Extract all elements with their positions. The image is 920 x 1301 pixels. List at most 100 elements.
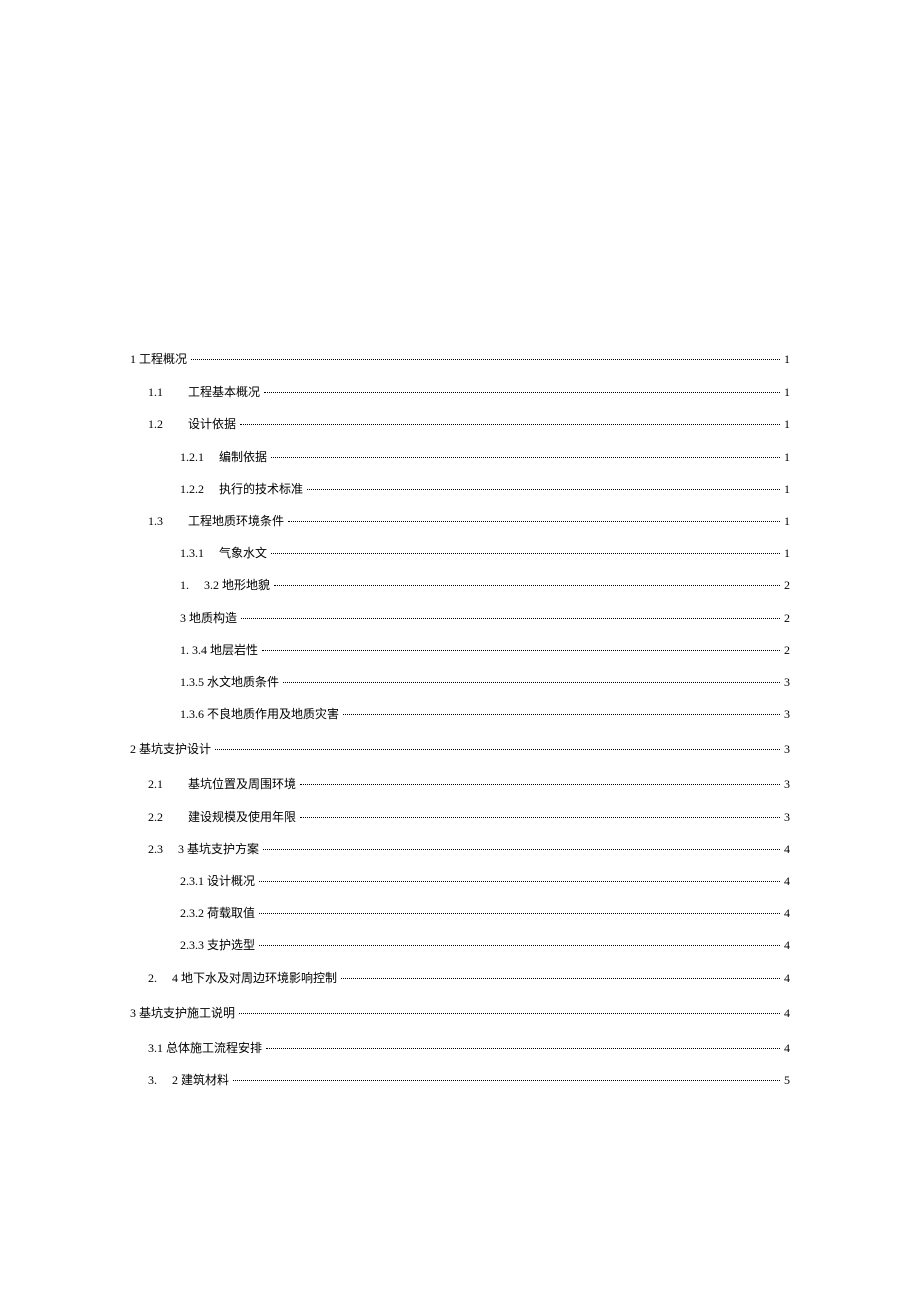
toc-entry-number: 1.3 [148,512,163,531]
toc-entry-page: 1 [784,350,790,369]
toc-entry-page: 4 [784,1004,790,1023]
toc-entry-title: 4 地下水及对周边环境影响控制 [172,971,337,985]
toc-entry-label: 3.1 总体施工流程安排 [148,1039,262,1058]
toc-entry-page: 4 [784,872,790,891]
toc-leader-dots [215,749,780,750]
toc-leader-dots [233,1080,780,1081]
toc-leader-dots [271,457,780,458]
toc-entry-title: 1 工程概况 [130,352,187,366]
toc-entry-page: 4 [784,1039,790,1058]
toc-entry-title: 气象水文 [219,546,267,560]
toc-leader-dots [271,553,780,554]
toc-entry-title: 工程地质环境条件 [188,514,284,528]
toc-entry: 1 工程概况 1 [130,350,790,369]
toc-entry-label: 2.2 建设规模及使用年限 [148,808,296,827]
toc-leader-dots [283,682,780,683]
toc-entry-page: 5 [784,1071,790,1090]
toc-entry-title: 建设规模及使用年限 [188,810,296,824]
toc-leader-dots [264,392,780,393]
toc-leader-dots [263,849,780,850]
toc-entry-title: 2 建筑材料 [172,1073,229,1087]
toc-leader-dots [307,489,780,490]
toc-entry-number: 3. [148,1071,157,1090]
toc-entry-page: 4 [784,969,790,988]
document-page: 1 工程概况 1 1.1 工程基本概况 1 1.2设计依据 1 1.2.1编制依据 1 1.2.2… [0,0,920,1090]
toc-entry-label: 2.3.3 支护选型 [180,936,255,955]
toc-entry-title: 3 地质构造 [180,611,237,625]
toc-entry-label: 2.1 基坑位置及周围环境 [148,775,296,794]
toc-entry: 1.1 工程基本概况 1 [130,383,790,402]
toc-entry-label: 1.2设计依据 [148,415,236,434]
toc-entry-title: 执行的技术标准 [219,482,303,496]
toc-entry: 2 基坑支护设计 3 [130,740,790,759]
toc-entry: 2.33 基坑支护方案 4 [130,840,790,859]
toc-leader-dots [341,978,780,979]
toc-leader-dots [274,585,780,586]
toc-entry-title: 2.3.1 设计概况 [180,874,255,888]
toc-entry-number: 2.2 [148,808,163,827]
toc-entry-label: 1.3.5 水文地质条件 [180,673,279,692]
toc-entry-page: 4 [784,840,790,859]
toc-entry: 2.3.2 荷载取值 4 [130,904,790,923]
toc-entry-label: 3 地质构造 [180,609,237,628]
toc-entry: 2.3.1 设计概况 4 [130,872,790,891]
toc-entry-label: 3 基坑支护施工说明 [130,1004,235,1023]
toc-entry-page: 1 [784,512,790,531]
toc-entry-page: 1 [784,383,790,402]
toc-entry: 1.3.2 地形地貌2 [130,576,790,595]
toc-entry-page: 3 [784,775,790,794]
toc-entry-label: 2.3.2 荷载取值 [180,904,255,923]
toc-entry-page: 1 [784,415,790,434]
toc-leader-dots [259,945,780,946]
toc-entry-title: 3 基坑支护施工说明 [130,1006,235,1020]
toc-entry-number: 1.3.1 [180,544,204,563]
toc-entry-number: 1.2.1 [180,448,204,467]
toc-entry-title: 基坑位置及周围环境 [188,777,296,791]
toc-entry: 1.3.6 不良地质作用及地质灾害3 [130,705,790,724]
toc-entry-number: 1.2 [148,415,163,434]
toc-entry: 2.2 建设规模及使用年限 3 [130,808,790,827]
toc-entry-page: 2 [784,609,790,628]
toc-entry-number: 1.1 [148,383,163,402]
toc-entry-title: 3.1 总体施工流程安排 [148,1041,262,1055]
toc-leader-dots [288,521,780,522]
toc-entry: 1.2.1编制依据 1 [130,448,790,467]
toc-leader-dots [259,913,780,914]
toc-entry-page: 1 [784,448,790,467]
toc-entry-page: 1 [784,544,790,563]
toc-entry-title: 工程基本概况 [188,385,260,399]
toc-entry-label: 1 工程概况 [130,350,187,369]
toc-entry-title: 1.3.5 水文地质条件 [180,675,279,689]
toc-leader-dots [300,784,780,785]
toc-entry-page: 3 [784,808,790,827]
toc-entry: 1.3.1 气象水文 1 [130,544,790,563]
toc-entry-page: 4 [784,936,790,955]
toc-entry-page: 4 [784,904,790,923]
toc-entry-label: 1.2.1编制依据 [180,448,267,467]
toc-entry-label: 2 基坑支护设计 [130,740,211,759]
toc-leader-dots [259,881,780,882]
toc-entry: 3.1 总体施工流程安排 4 [130,1039,790,1058]
toc-entry-label: 1. 3.4 地层岩性 [180,641,258,660]
toc-leader-dots [239,1013,780,1014]
toc-leader-dots [266,1048,780,1049]
toc-entry-label: 1.3.6 不良地质作用及地质灾害 [180,705,339,724]
toc-entry-page: 1 [784,480,790,499]
toc-entry-number: 2.1 [148,775,163,794]
toc-leader-dots [191,359,780,360]
toc-entry-label: 1.3 工程地质环境条件 [148,512,284,531]
toc-entry: 1.3.5 水文地质条件3 [130,673,790,692]
toc-entry-title: 3 基坑支护方案 [178,842,259,856]
toc-entry-title: 2.3.3 支护选型 [180,938,255,952]
toc-entry: 3 地质构造 2 [130,609,790,628]
toc-entry-title: 2 基坑支护设计 [130,742,211,756]
toc-entry-label: 1.3.1 气象水文 [180,544,267,563]
toc-entry-number: 1.2.2 [180,480,204,499]
toc-leader-dots [300,817,780,818]
table-of-contents: 1 工程概况 1 1.1 工程基本概况 1 1.2设计依据 1 1.2.1编制依据 1 1.2.2… [130,350,790,1090]
toc-entry-number: 2. [148,969,157,988]
toc-entry: 2. 4 地下水及对周边环境影响控制 4 [130,969,790,988]
toc-entry: 1.2设计依据 1 [130,415,790,434]
toc-entry-label: 2.33 基坑支护方案 [148,840,259,859]
toc-entry-page: 3 [784,740,790,759]
